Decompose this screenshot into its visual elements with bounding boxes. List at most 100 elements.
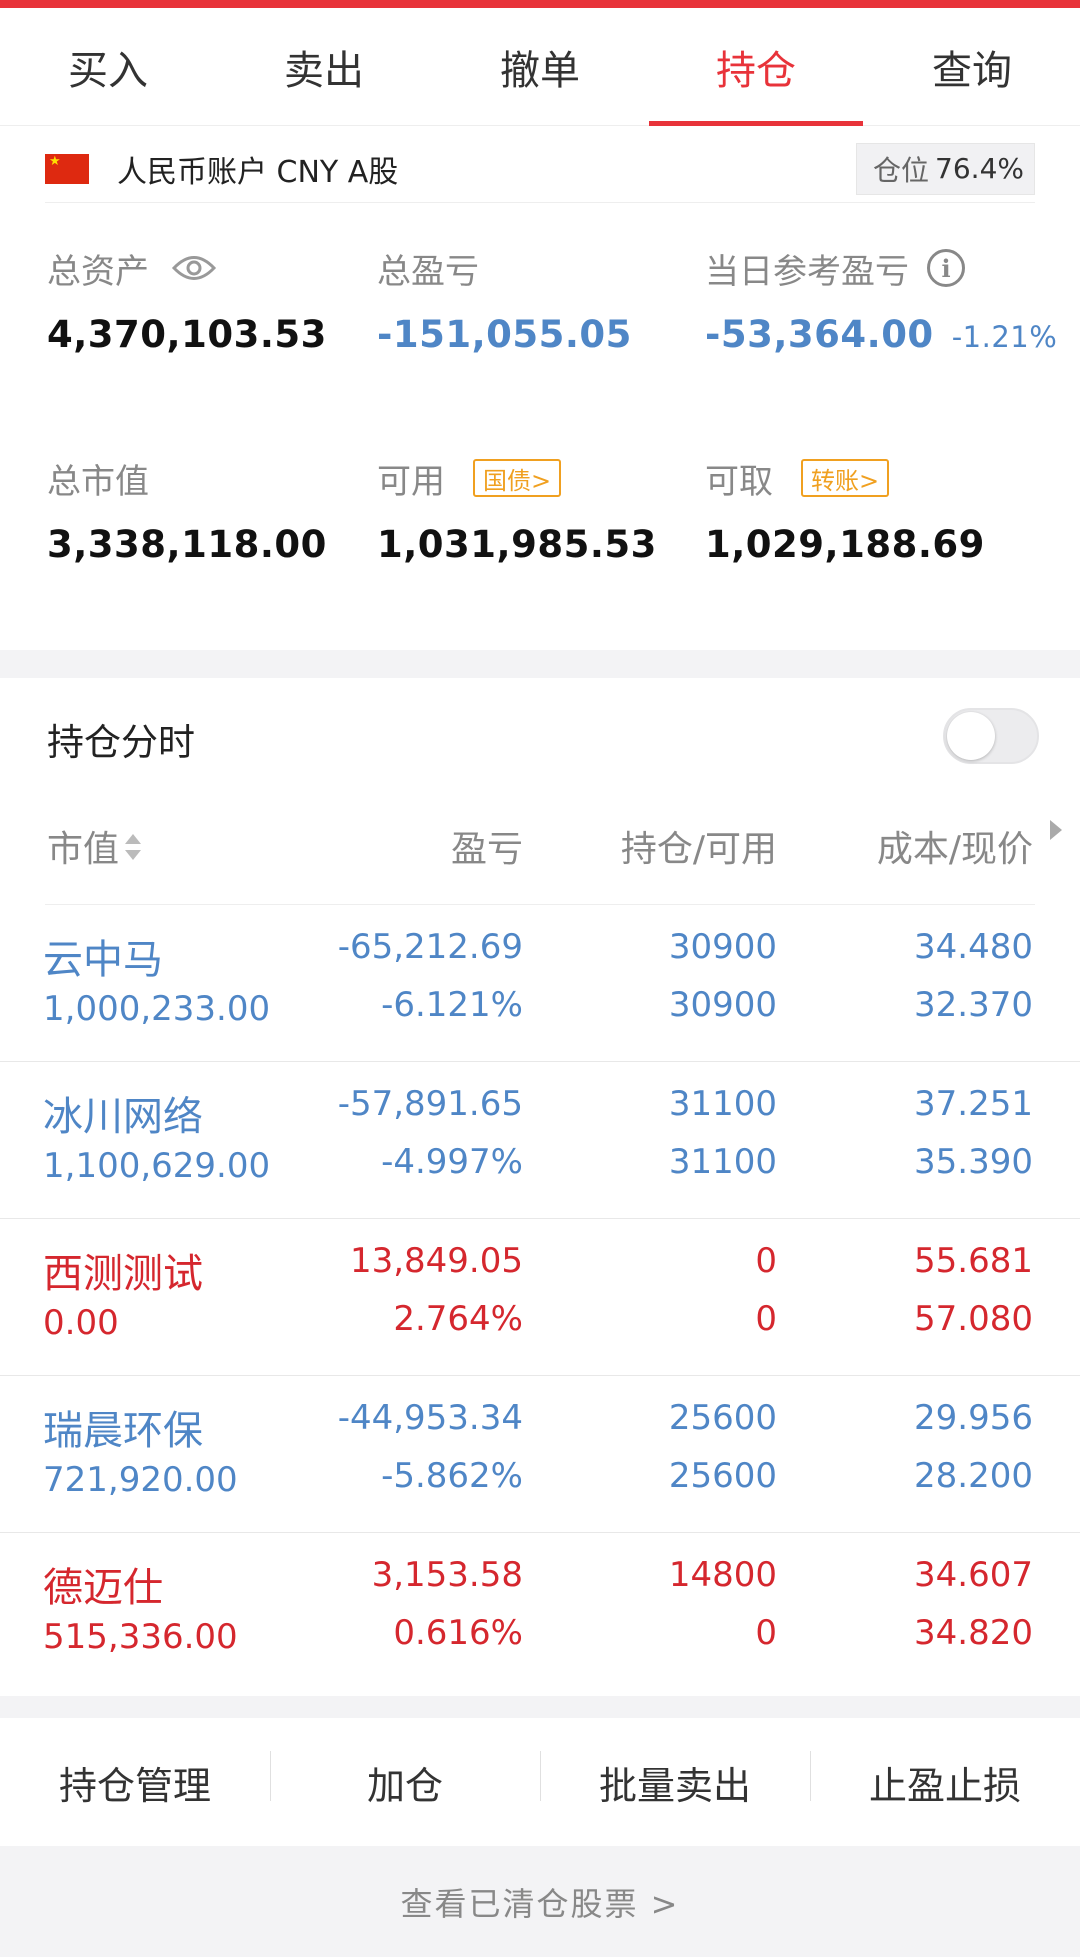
tab-sell[interactable]: 卖出 <box>216 8 432 125</box>
withdrawable-label: 可取 <box>705 461 773 502</box>
holdings-intraday-title: 持仓分时 <box>47 721 195 764</box>
stock-market-value: 721,920.00 <box>43 1460 238 1500</box>
market-value: 总市值 3,338,118.00 <box>47 455 327 567</box>
stock-name: 西测测试 <box>43 1251 203 1297</box>
manage-holdings-button[interactable]: 持仓管理 <box>0 1755 270 1810</box>
stock-cost: 55.681 <box>914 1241 1033 1281</box>
stock-pl: -65,212.69 <box>337 927 523 967</box>
add-position-button[interactable]: 加仓 <box>270 1750 540 1810</box>
stock-pl-percent: 2.764% <box>393 1299 523 1339</box>
stock-price: 34.820 <box>914 1613 1033 1653</box>
stock-available: 0 <box>755 1299 777 1339</box>
stock-available: 25600 <box>668 1456 777 1496</box>
daily-pl-row: -53,364.00 -1.21% <box>705 313 1057 356</box>
stock-pl: 13,849.05 <box>349 1241 523 1281</box>
tab-holdings[interactable]: 持仓 <box>648 8 864 126</box>
stock-cost: 29.956 <box>914 1398 1033 1438</box>
stock-available: 31100 <box>668 1142 777 1182</box>
section-divider <box>0 650 1080 678</box>
stock-pl-percent: -6.121% <box>381 985 523 1025</box>
eye-icon[interactable] <box>171 253 217 283</box>
stock-quantity: 31100 <box>668 1084 777 1124</box>
daily-pl-value: -53,364.00 <box>705 313 934 356</box>
toggle-knob <box>947 712 995 760</box>
tab-query[interactable]: 查询 <box>864 8 1080 125</box>
col-cost-price[interactable]: 成本/现价 <box>877 820 1033 872</box>
stock-cost: 37.251 <box>914 1084 1033 1124</box>
market-value-label: 总市值 <box>47 461 149 502</box>
trade-tabs: 买入 卖出 撤单 持仓 查询 <box>0 8 1080 126</box>
stock-cost: 34.607 <box>914 1555 1033 1595</box>
market-value-value: 3,338,118.00 <box>47 523 327 566</box>
holdings-action-bar: 持仓管理 加仓 批量卖出 止盈止损 <box>0 1718 1080 1846</box>
col-quantity[interactable]: 持仓/可用 <box>621 820 777 872</box>
daily-pl-label: 当日参考盈亏 <box>705 251 909 292</box>
stock-quantity: 14800 <box>668 1555 777 1595</box>
holdings-intraday-toggle[interactable] <box>943 708 1039 764</box>
account-row[interactable]: ★ 人民币账户 CNY A股 仓位 76.4% <box>45 135 1035 203</box>
total-pl-value: -151,055.05 <box>377 313 632 356</box>
total-assets-label: 总资产 <box>47 251 149 292</box>
take-profit-stop-loss-button[interactable]: 止盈止损 <box>810 1750 1080 1810</box>
view-cleared-stocks-link[interactable]: 查看已清仓股票 > <box>0 1846 1080 1957</box>
daily-pl-percent: -1.21% <box>951 320 1058 354</box>
stock-name: 云中马 <box>43 937 163 983</box>
account-name: 人民币账户 CNY A股 <box>117 154 399 190</box>
position-ratio-value: 76.4% <box>935 152 1024 185</box>
stock-pl: -57,891.65 <box>337 1084 523 1124</box>
stock-quantity: 25600 <box>668 1398 777 1438</box>
position-ratio-label: 仓位 <box>873 153 930 187</box>
tab-buy[interactable]: 买入 <box>0 8 216 125</box>
available-label: 可用 <box>377 461 445 502</box>
scroll-right-arrow-icon[interactable] <box>1050 820 1062 840</box>
stock-name: 冰川网络 <box>43 1094 203 1140</box>
stock-available: 0 <box>755 1613 777 1653</box>
stock-available: 30900 <box>668 985 777 1025</box>
total-assets: 总资产 4,370,103.53 <box>47 245 327 357</box>
transfer-button[interactable]: 转账> <box>801 459 890 497</box>
available-value: 1,031,985.53 <box>377 523 657 566</box>
tab-cancel[interactable]: 撤单 <box>432 8 648 125</box>
daily-pl: 当日参考盈亏 i -53,364.00 -1.21% <box>705 245 1057 356</box>
stock-pl-percent: -4.997% <box>381 1142 523 1182</box>
stock-price: 35.390 <box>914 1142 1033 1182</box>
table-row[interactable]: 云中马 1,000,233.00 -65,212.69 -6.121% 3090… <box>0 905 1080 1062</box>
table-row[interactable]: 瑞晨环保 721,920.00 -44,953.34 -5.862% 25600… <box>0 1376 1080 1533</box>
table-row[interactable]: 德迈仕 515,336.00 3,153.58 0.616% 14800 0 3… <box>0 1533 1080 1690</box>
batch-sell-button[interactable]: 批量卖出 <box>540 1750 810 1810</box>
position-ratio-badge: 仓位 76.4% <box>856 142 1035 195</box>
total-pl-label: 总盈亏 <box>377 251 479 292</box>
china-flag-icon: ★ <box>45 153 89 184</box>
stock-cost: 34.480 <box>914 927 1033 967</box>
col-market-value-label: 市值 <box>47 829 120 870</box>
info-icon[interactable]: i <box>927 249 965 287</box>
sort-icon <box>123 830 143 873</box>
col-market-value[interactable]: 市值 <box>47 820 143 873</box>
stock-pl-percent: -5.862% <box>381 1456 523 1496</box>
stock-price: 32.370 <box>914 985 1033 1025</box>
withdrawable-value: 1,029,188.69 <box>705 523 985 566</box>
table-row[interactable]: 冰川网络 1,100,629.00 -57,891.65 -4.997% 311… <box>0 1062 1080 1219</box>
stock-pl: 3,153.58 <box>371 1555 523 1595</box>
stock-market-value: 1,000,233.00 <box>43 989 271 1029</box>
stock-market-value: 515,336.00 <box>43 1617 238 1657</box>
holdings-table-header: 市值 盈亏 持仓/可用 成本/现价 <box>0 820 1080 900</box>
top-accent-bar <box>0 0 1080 8</box>
stock-pl: -44,953.34 <box>337 1398 523 1438</box>
stock-price: 28.200 <box>914 1456 1033 1496</box>
section-divider <box>0 1696 1080 1718</box>
stock-quantity: 0 <box>755 1241 777 1281</box>
total-pl: 总盈亏 -151,055.05 <box>377 245 632 357</box>
col-pl[interactable]: 盈亏 <box>451 820 523 872</box>
treasury-bond-button[interactable]: 国债> <box>473 459 562 497</box>
table-row[interactable]: 西测测试 0.00 13,849.05 2.764% 0 0 55.681 57… <box>0 1219 1080 1376</box>
stock-price: 57.080 <box>914 1299 1033 1339</box>
holdings-table: 云中马 1,000,233.00 -65,212.69 -6.121% 3090… <box>0 905 1080 1690</box>
stock-quantity: 30900 <box>668 927 777 967</box>
stock-name: 瑞晨环保 <box>43 1408 203 1454</box>
stock-pl-percent: 0.616% <box>393 1613 523 1653</box>
stock-market-value: 0.00 <box>43 1303 119 1343</box>
stock-name: 德迈仕 <box>43 1565 163 1611</box>
available-funds: 可用 国债> 1,031,985.53 <box>377 455 657 566</box>
stock-market-value: 1,100,629.00 <box>43 1146 271 1186</box>
